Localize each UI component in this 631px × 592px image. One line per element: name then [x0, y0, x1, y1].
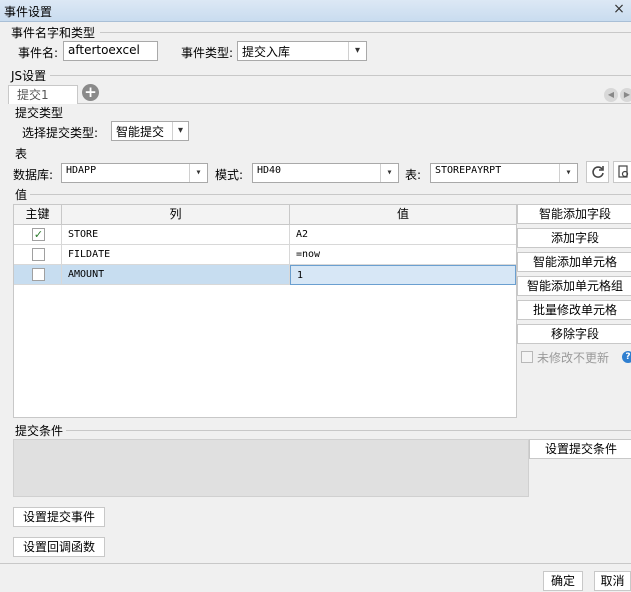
schema-value: HD40 — [257, 165, 282, 176]
group-divider — [100, 32, 631, 33]
smart-add-cell-button[interactable]: 智能添加单元格 — [517, 252, 631, 272]
table-header: 主键 列 值 — [14, 205, 516, 225]
set-submit-event-button[interactable]: 设置提交事件 — [13, 507, 105, 527]
event-name-label: 事件名: — [18, 46, 59, 60]
chevron-down-icon: ▾ — [172, 122, 188, 140]
table-select[interactable]: STOREPAYRPT ▾ — [430, 163, 578, 183]
group-divider — [30, 194, 631, 195]
scroll-right-icon[interactable]: ▶ — [620, 88, 631, 102]
set-callback-button[interactable]: 设置回调函数 — [13, 537, 105, 557]
remove-field-button[interactable]: 移除字段 — [517, 324, 631, 344]
schema-label: 模式: — [215, 168, 244, 182]
close-icon[interactable]: × — [610, 1, 628, 17]
table-row[interactable]: FILDATE =now — [14, 245, 516, 265]
preview-icon[interactable] — [613, 161, 631, 183]
chevron-down-icon: ▾ — [559, 164, 577, 182]
column-cell[interactable]: AMOUNT — [62, 265, 290, 285]
smart-add-field-button[interactable]: 智能添加字段 — [517, 204, 631, 224]
table-section-title: 表 — [15, 147, 28, 161]
footer-divider — [0, 563, 631, 564]
batch-edit-cell-button[interactable]: 批量修改单元格 — [517, 300, 631, 320]
condition-title: 提交条件 — [15, 424, 64, 438]
group-divider — [50, 75, 631, 76]
set-condition-button[interactable]: 设置提交条件 — [529, 439, 631, 459]
submit-type-title: 提交类型 — [15, 106, 64, 120]
header-value[interactable]: 值 — [290, 205, 516, 225]
schema-select[interactable]: HD40 ▾ — [252, 163, 399, 183]
column-cell[interactable]: STORE — [62, 225, 290, 245]
tab-submit-1[interactable]: 提交1 — [8, 85, 78, 104]
event-type-select[interactable]: 提交入库 ▾ — [237, 41, 367, 61]
plus-icon[interactable]: + — [82, 84, 99, 101]
smart-add-cell-group-button[interactable]: 智能添加单元格组 — [517, 276, 631, 296]
condition-area[interactable] — [13, 439, 529, 497]
key-cell[interactable] — [14, 245, 62, 265]
add-field-button[interactable]: 添加字段 — [517, 228, 631, 248]
value-cell[interactable]: A2 — [290, 225, 516, 245]
checkbox[interactable] — [32, 268, 45, 281]
table-row[interactable]: ✓ STORE A2 — [14, 225, 516, 245]
refresh-icon[interactable] — [586, 161, 609, 183]
checkbox-checked[interactable]: ✓ — [32, 228, 45, 241]
submit-type-select[interactable]: 智能提交 ▾ — [111, 121, 189, 141]
table-row-selected[interactable]: AMOUNT 1 — [14, 265, 516, 285]
group-divider — [66, 430, 631, 431]
no-update-label: 未修改不更新 — [537, 351, 610, 365]
header-column[interactable]: 列 — [62, 205, 290, 225]
cancel-button[interactable]: 取消 — [594, 571, 631, 591]
help-icon[interactable]: ? — [622, 351, 631, 363]
js-group-title: JS设置 — [11, 69, 47, 83]
values-title: 值 — [15, 188, 28, 202]
chevron-down-icon: ▾ — [348, 42, 366, 60]
submit-type-label: 选择提交类型: — [22, 126, 99, 140]
chevron-down-icon: ▾ — [380, 164, 398, 182]
table-label: 表: — [405, 168, 422, 182]
ok-button[interactable]: 确定 — [543, 571, 583, 591]
tab-strip-line — [78, 103, 631, 104]
database-value: HDAPP — [66, 165, 97, 176]
value-cell-focused[interactable]: 1 — [290, 265, 516, 285]
chevron-down-icon: ▾ — [189, 164, 207, 182]
values-table: 主键 列 值 ✓ STORE A2 FILDATE =now AMOUNT 1 — [13, 204, 517, 418]
column-cell[interactable]: FILDATE — [62, 245, 290, 265]
event-type-label: 事件类型: — [181, 46, 234, 60]
tab-label: 提交1 — [17, 88, 49, 102]
event-type-value: 提交入库 — [242, 45, 291, 59]
table-value: STOREPAYRPT — [435, 165, 502, 176]
key-cell[interactable]: ✓ — [14, 225, 62, 245]
title-bar: 事件设置 × — [0, 0, 631, 22]
database-label: 数据库: — [13, 168, 54, 182]
scroll-left-icon[interactable]: ◀ — [604, 88, 618, 102]
submit-type-value: 智能提交 — [116, 125, 165, 139]
key-cell[interactable] — [14, 265, 62, 285]
event-name-input[interactable]: aftertoexcel — [63, 41, 158, 61]
header-key[interactable]: 主键 — [14, 205, 62, 225]
name-type-group-title: 事件名字和类型 — [11, 26, 96, 40]
checkbox[interactable] — [32, 248, 45, 261]
no-update-checkbox[interactable] — [521, 351, 533, 363]
value-cell[interactable]: =now — [290, 245, 516, 265]
database-select[interactable]: HDAPP ▾ — [61, 163, 208, 183]
window-title: 事件设置 — [4, 5, 53, 19]
